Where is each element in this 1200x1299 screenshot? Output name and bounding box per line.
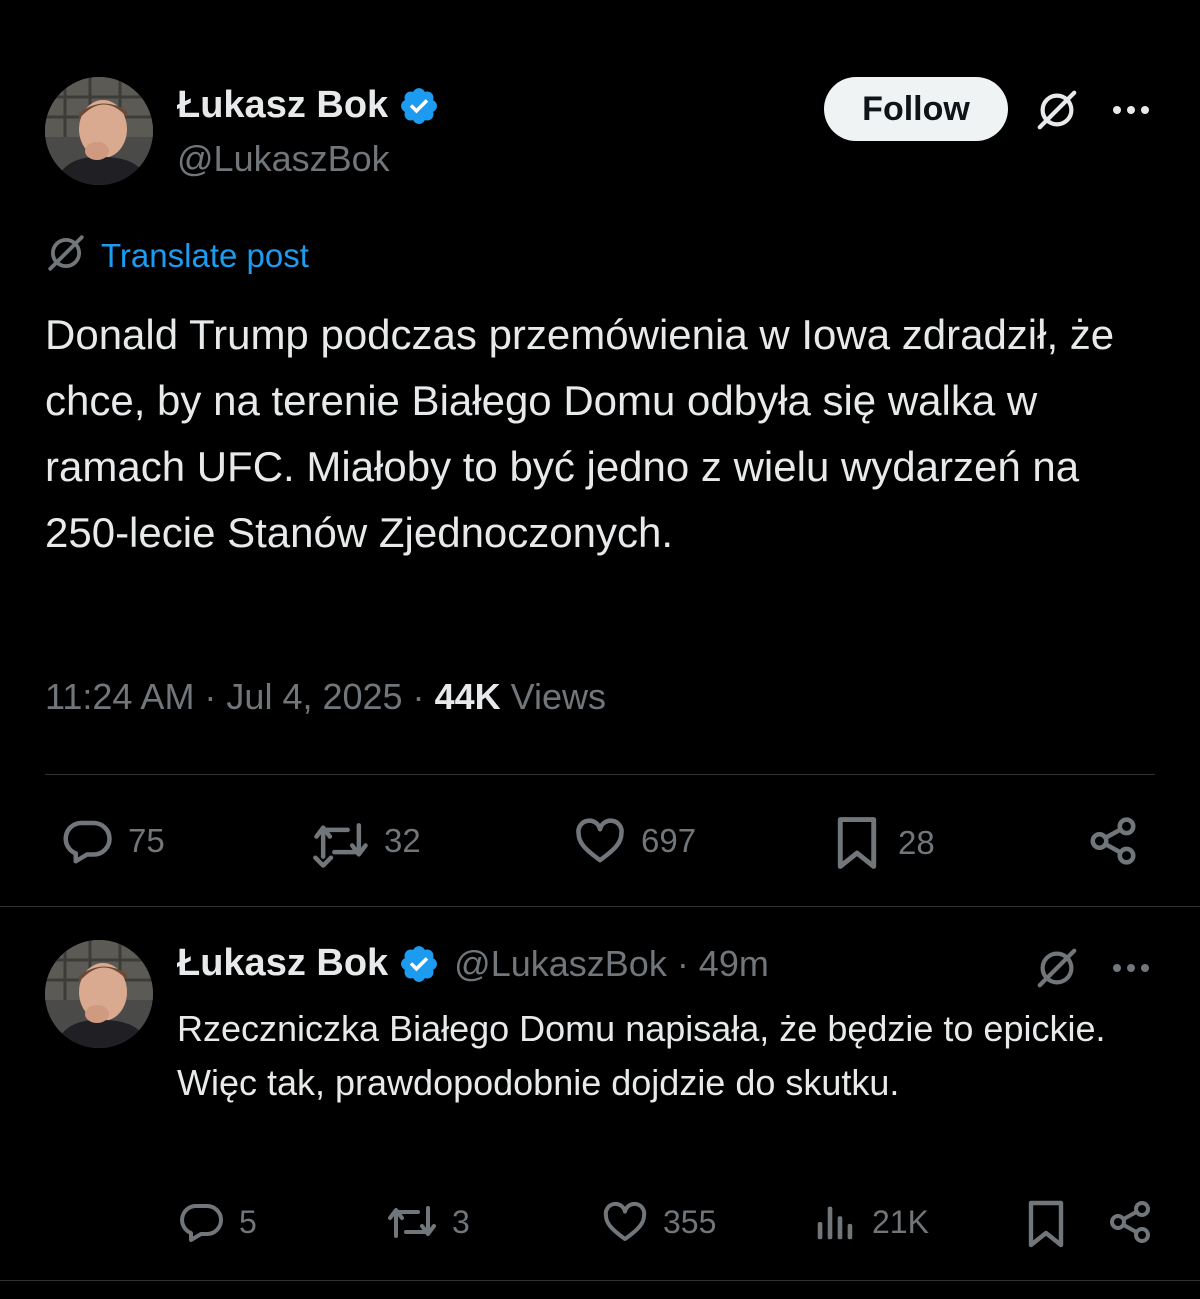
share-icon: [1086, 814, 1140, 868]
reply-header: Łukasz Bok @LukaszBok · 49m: [177, 942, 769, 985]
reply-views-count: 21K: [872, 1203, 929, 1240]
post-meta: 11:24 AM · Jul 4, 2025 · 44K Views: [45, 676, 606, 718]
repost-button[interactable]: 32: [312, 814, 421, 868]
reply-author-name[interactable]: Łukasz Bok: [177, 942, 388, 985]
divider: [45, 774, 1155, 775]
divider: [0, 1280, 1200, 1281]
follow-button[interactable]: Follow: [824, 77, 1008, 141]
verified-badge-icon[interactable]: [398, 85, 440, 127]
grok-icon[interactable]: [1030, 944, 1084, 992]
reply-button[interactable]: 75: [60, 814, 165, 868]
like-icon: [601, 1198, 649, 1246]
reply-bookmark-button[interactable]: [1022, 1198, 1070, 1250]
reply-reply-button[interactable]: 5: [177, 1198, 257, 1246]
reply-repost-count: 3: [452, 1203, 470, 1240]
repost-icon: [312, 814, 370, 868]
author-handle[interactable]: @LukaszBok: [177, 138, 390, 180]
share-button[interactable]: [1086, 814, 1140, 868]
grok-icon[interactable]: [1030, 86, 1084, 134]
reply-repost-button[interactable]: 3: [386, 1198, 470, 1246]
reply-like-count: 355: [663, 1203, 717, 1240]
bookmark-count: 28: [898, 824, 935, 861]
repost-count: 32: [384, 822, 421, 859]
post-text: Donald Trump podczas przemówienia w Iowa…: [45, 311, 1115, 556]
translate-label[interactable]: Translate post: [101, 237, 309, 275]
avatar-photo: [45, 77, 153, 185]
reply-icon: [60, 814, 114, 868]
share-icon: [1106, 1198, 1154, 1246]
post-detail-page: Łukasz Bok @LukaszBok Follow Translate p…: [0, 0, 1200, 1299]
reply-count: 75: [128, 822, 165, 859]
reply-reply-count: 5: [239, 1203, 257, 1240]
author-display-name[interactable]: Łukasz Bok: [177, 84, 440, 127]
reply-views-button[interactable]: 21K: [812, 1198, 929, 1246]
reply-icon: [177, 1198, 225, 1246]
post-timestamp[interactable]: 11:24 AM · Jul 4, 2025 ·: [45, 676, 435, 717]
views-icon: [812, 1198, 858, 1246]
divider: [0, 906, 1200, 907]
more-icon[interactable]: [1106, 90, 1156, 130]
author-avatar[interactable]: [45, 77, 153, 185]
author-name-text[interactable]: Łukasz Bok: [177, 84, 388, 127]
repost-icon: [386, 1198, 438, 1246]
verified-badge-icon[interactable]: [398, 943, 440, 985]
reply-author-avatar[interactable]: [45, 940, 153, 1048]
bookmark-button[interactable]: 28: [830, 814, 935, 872]
more-icon[interactable]: [1106, 948, 1156, 988]
avatar-photo: [45, 940, 153, 1048]
translate-icon: [45, 232, 87, 279]
translate-post-link[interactable]: Translate post: [45, 232, 309, 279]
reply-like-button[interactable]: 355: [601, 1198, 716, 1246]
reply-text: Rzeczniczka Białego Domu napisała, że bę…: [177, 1008, 1106, 1103]
like-button[interactable]: 697: [573, 814, 696, 868]
bookmark-icon: [830, 814, 884, 872]
like-icon: [573, 814, 627, 868]
views-label: Views: [500, 676, 606, 717]
views-count: 44K: [434, 676, 501, 717]
reply-share-button[interactable]: [1106, 1198, 1154, 1246]
like-count: 697: [641, 822, 697, 859]
reply-handle-time[interactable]: @LukaszBok · 49m: [454, 943, 769, 985]
bookmark-icon: [1022, 1198, 1070, 1250]
